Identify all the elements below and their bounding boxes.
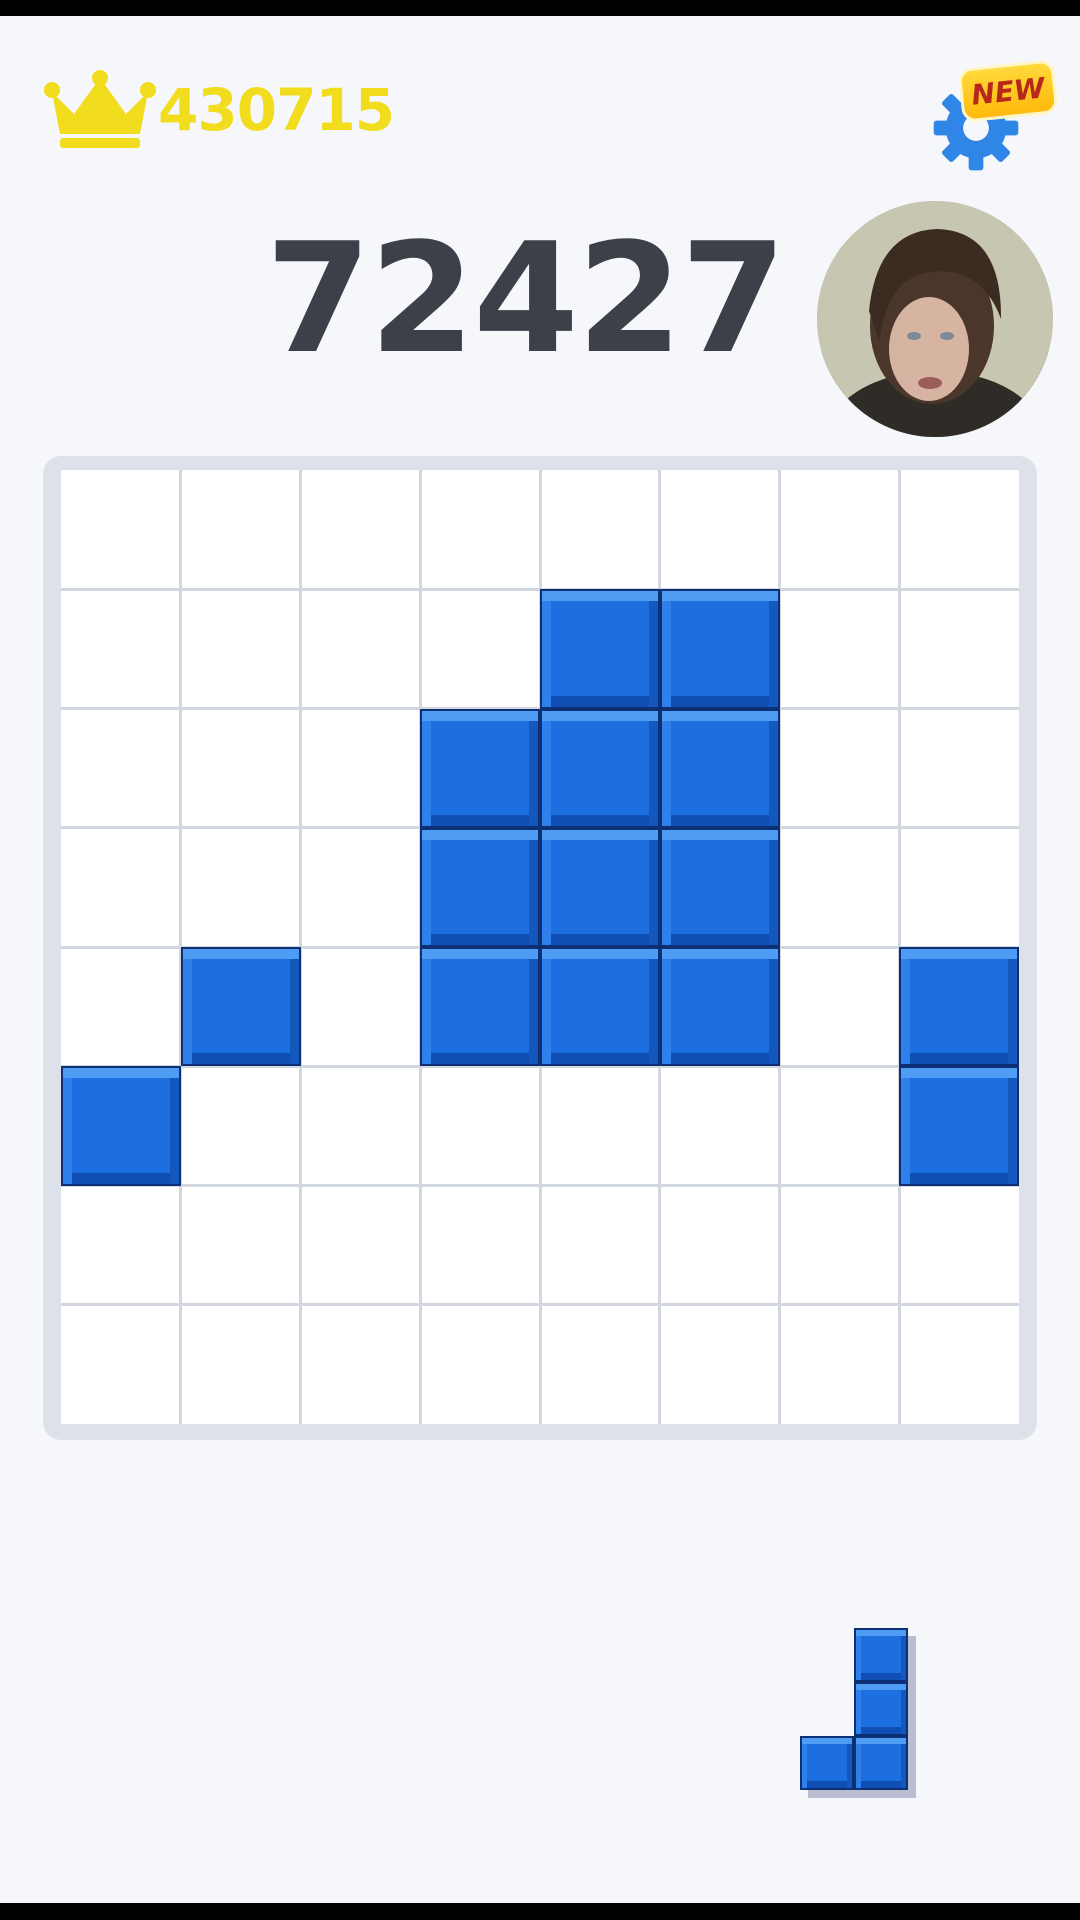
new-badge: NEW xyxy=(957,59,1059,123)
board-cell[interactable] xyxy=(541,1306,659,1424)
board-cell[interactable] xyxy=(900,470,1019,588)
board-block xyxy=(61,1066,181,1186)
board-cell[interactable] xyxy=(781,590,898,707)
board-cell[interactable] xyxy=(61,470,180,588)
board-cell[interactable] xyxy=(182,470,299,588)
piece-block xyxy=(854,1682,908,1736)
board-cell[interactable] xyxy=(781,710,898,827)
j-piece[interactable] xyxy=(800,1628,920,1808)
board-cell[interactable] xyxy=(900,710,1019,827)
board-cell[interactable] xyxy=(781,948,898,1065)
board-cell[interactable] xyxy=(182,1306,299,1424)
game-screen: 430715 NEW 72427 xyxy=(0,16,1080,1903)
board-cell[interactable] xyxy=(61,1306,180,1424)
board-cell[interactable] xyxy=(302,1187,419,1304)
board-cell[interactable] xyxy=(302,590,419,707)
board-cell[interactable] xyxy=(541,1187,659,1304)
board-cell[interactable] xyxy=(781,1306,898,1424)
board-cell[interactable] xyxy=(421,1187,539,1304)
board-cell[interactable] xyxy=(61,829,180,946)
board-cell[interactable] xyxy=(900,829,1019,946)
board-block xyxy=(659,708,780,828)
board-block xyxy=(180,947,301,1067)
piece-block xyxy=(854,1736,908,1790)
board-cell[interactable] xyxy=(541,1067,659,1184)
board-block xyxy=(899,947,1019,1067)
board-cell[interactable] xyxy=(900,1306,1019,1424)
board-cell[interactable] xyxy=(421,470,539,588)
board-cell[interactable] xyxy=(182,590,299,707)
board-cell[interactable] xyxy=(302,948,419,1065)
board-cell[interactable] xyxy=(781,1187,898,1304)
board-cell[interactable] xyxy=(182,710,299,827)
board-block xyxy=(659,827,780,947)
board-cell[interactable] xyxy=(302,1306,419,1424)
board-block xyxy=(899,1066,1019,1186)
board-cell[interactable] xyxy=(182,1187,299,1304)
board-cell[interactable] xyxy=(781,829,898,946)
board-cell[interactable] xyxy=(182,829,299,946)
player-face-image xyxy=(817,201,1053,437)
board-cell[interactable] xyxy=(302,470,419,588)
game-board xyxy=(43,456,1037,1440)
board-cell[interactable] xyxy=(900,1187,1019,1304)
board-block xyxy=(540,589,660,709)
board-block xyxy=(540,827,660,947)
board-cell[interactable] xyxy=(61,948,180,1065)
piece-tray xyxy=(800,1628,920,1808)
board-cell[interactable] xyxy=(421,1067,539,1184)
board-cell[interactable] xyxy=(661,1067,778,1184)
board-cell[interactable] xyxy=(182,1067,299,1184)
board-block xyxy=(420,708,540,828)
board-cell[interactable] xyxy=(661,470,778,588)
piece-block xyxy=(854,1628,908,1682)
piece-block xyxy=(800,1736,854,1790)
board-cell[interactable] xyxy=(781,1067,898,1184)
crown-icon xyxy=(44,70,156,148)
board-cell[interactable] xyxy=(661,1187,778,1304)
board-cell[interactable] xyxy=(61,1187,180,1304)
settings-button[interactable]: NEW xyxy=(930,59,1059,174)
board-block xyxy=(540,947,660,1067)
player-avatar xyxy=(817,201,1053,437)
board-cell[interactable] xyxy=(302,829,419,946)
board-cell[interactable] xyxy=(541,470,659,588)
best-score-value: 430715 xyxy=(158,76,395,144)
board-cell[interactable] xyxy=(302,710,419,827)
board-cell[interactable] xyxy=(781,470,898,588)
board-cell[interactable] xyxy=(421,590,539,707)
board-block xyxy=(540,708,660,828)
current-score: 72427 xyxy=(265,210,787,387)
board-block xyxy=(659,947,780,1067)
board-cell[interactable] xyxy=(661,1306,778,1424)
board-grid xyxy=(61,470,1019,1424)
board-cell[interactable] xyxy=(61,590,180,707)
board-cell[interactable] xyxy=(421,1306,539,1424)
board-cell[interactable] xyxy=(61,710,180,827)
board-cell[interactable] xyxy=(302,1067,419,1184)
board-block xyxy=(420,827,540,947)
board-cell[interactable] xyxy=(900,590,1019,707)
best-score: 430715 xyxy=(44,60,395,160)
board-block xyxy=(420,947,540,1067)
board-block xyxy=(659,589,780,709)
